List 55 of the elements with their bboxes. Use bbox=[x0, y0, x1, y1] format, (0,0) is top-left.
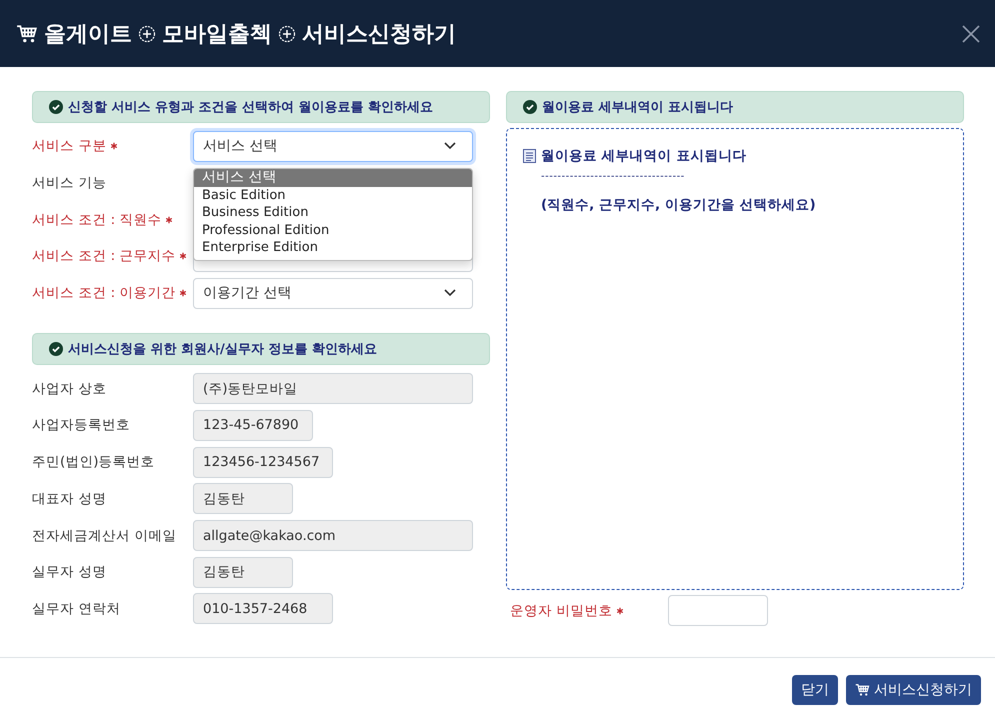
dropdown-option[interactable]: 서비스 선택 bbox=[194, 169, 472, 186]
cart-icon bbox=[16, 24, 38, 44]
close-button[interactable]: 닫기 bbox=[792, 675, 838, 705]
field-label: 서비스 조건 : 근무지수 bbox=[32, 247, 176, 266]
section-title: 월이용료 세부내역이 표시됩니다 bbox=[542, 99, 734, 116]
field-label: 사업자등록번호 bbox=[32, 416, 130, 434]
readonly-field[interactable]: (주)동탄모바일 bbox=[193, 373, 473, 404]
field-label: 실무자 성명 bbox=[32, 563, 106, 582]
document-icon bbox=[523, 149, 536, 163]
dropdown-option[interactable]: Enterprise Edition bbox=[194, 239, 472, 256]
breadcrumb-item: 서비스신청하기 bbox=[302, 20, 456, 48]
field-label: 서비스 조건 : 직원수 bbox=[32, 210, 162, 229]
check-circle-icon bbox=[49, 342, 63, 356]
chevron-down-icon bbox=[444, 289, 456, 298]
section-title: 신청할 서비스 유형과 조건을 선택하여 월이용료를 확인하세요 bbox=[68, 99, 434, 116]
cart-icon bbox=[855, 683, 870, 697]
check-circle-icon bbox=[523, 100, 537, 114]
close-button[interactable] bbox=[961, 24, 981, 44]
plus-circle-icon bbox=[278, 24, 296, 42]
field-label: 실무자 연락처 bbox=[32, 600, 120, 618]
breadcrumb-item: 올게이트 bbox=[44, 20, 132, 48]
field-label: 서비스 조건 : 이용기간 bbox=[32, 284, 176, 302]
required-icon bbox=[616, 606, 624, 614]
field-label: 전자세금계산서 이메일 bbox=[32, 526, 176, 545]
field-label: 운영자 비밀번호 bbox=[510, 602, 612, 620]
readonly-field[interactable]: 김동탄 bbox=[193, 556, 293, 588]
dropdown-option[interactable]: Basic Edition bbox=[194, 186, 472, 204]
field-label: 주민(법인)등록번호 bbox=[32, 453, 155, 472]
select-field[interactable]: 서비스 선택 bbox=[193, 130, 473, 162]
field-label: 대표자 성명 bbox=[32, 490, 106, 508]
readonly-field[interactable]: 123456-1234567 bbox=[193, 446, 333, 478]
required-icon bbox=[179, 252, 188, 260]
field-label: 사업자 상호 bbox=[32, 380, 106, 398]
check-circle-icon bbox=[49, 100, 63, 114]
required-icon bbox=[110, 142, 118, 150]
dropdown-option[interactable]: Professional Edition bbox=[194, 222, 472, 239]
detail-heading: 월이용료 세부내역이 표시됩니다 bbox=[541, 147, 746, 165]
readonly-field[interactable]: 010-1357-2468 bbox=[193, 593, 333, 624]
chevron-down-icon bbox=[444, 142, 456, 150]
readonly-field[interactable]: 김동탄 bbox=[193, 483, 293, 514]
field-label: 서비스 기능 bbox=[32, 174, 106, 192]
field-label: 서비스 구분 bbox=[32, 137, 106, 156]
section-title: 서비스신청을 위한 회원사/실무자 정보를 확인하세요 bbox=[68, 341, 377, 358]
password-field[interactable] bbox=[668, 595, 768, 626]
readonly-field[interactable]: 123-45-67890 bbox=[193, 410, 313, 441]
detail-hint: (직원수, 근무지수, 이용기간을 선택하세요) bbox=[541, 196, 817, 214]
breadcrumb-item: 모바일출첵 bbox=[162, 20, 272, 48]
required-icon bbox=[179, 289, 188, 298]
required-icon bbox=[165, 216, 174, 224]
readonly-field[interactable]: allgate@kakao.com bbox=[193, 520, 473, 552]
apply-button[interactable]: 서비스신청하기 bbox=[846, 675, 981, 705]
dropdown-option[interactable]: Business Edition bbox=[194, 204, 472, 222]
plus-circle-icon bbox=[138, 24, 156, 42]
separator-text: ----------------------------------- bbox=[541, 171, 686, 182]
select-field[interactable]: 이용기간 선택 bbox=[193, 278, 473, 309]
